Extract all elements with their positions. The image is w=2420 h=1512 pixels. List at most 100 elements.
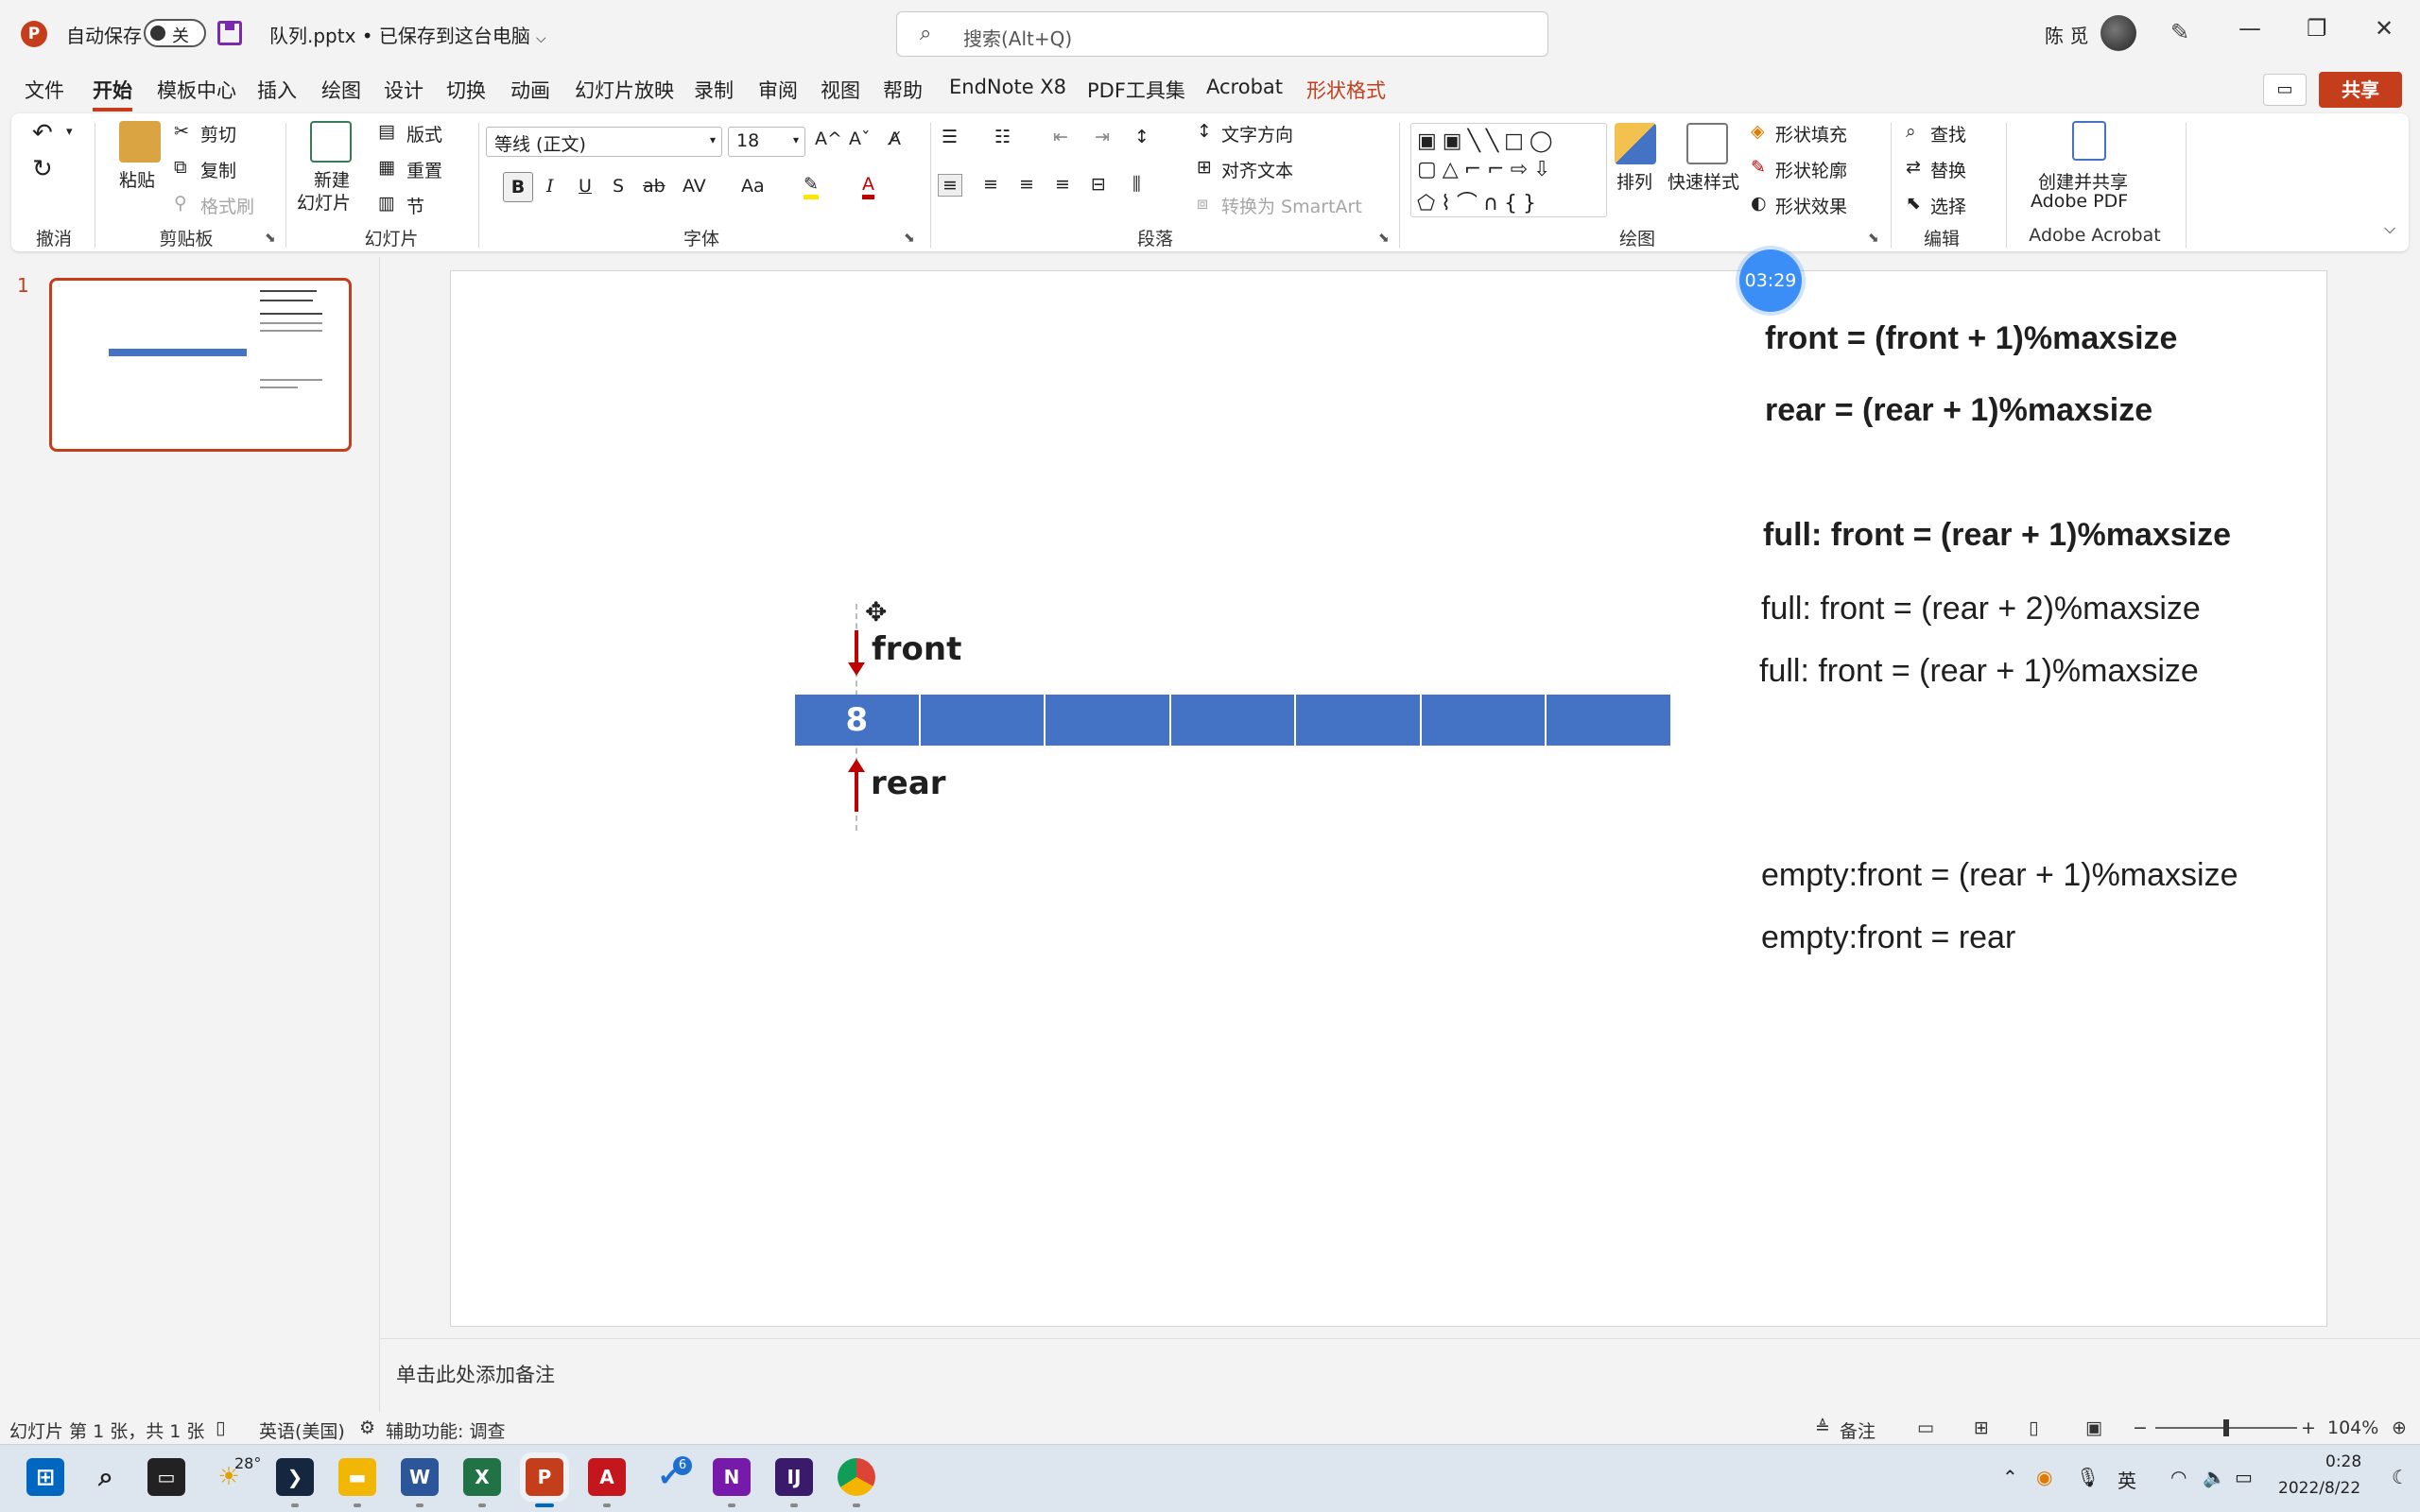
document-title[interactable]: 队列.pptx • 已保存到这台电脑 ⌵ — [269, 21, 546, 48]
queue-cell[interactable]: 8 — [795, 695, 921, 746]
arrange-icon[interactable] — [1615, 123, 1656, 164]
clock-date[interactable]: 2022/8/22 — [2278, 1479, 2360, 1498]
grow-font-button[interactable]: A^ — [815, 129, 842, 149]
zoom-slider-thumb[interactable] — [2223, 1419, 2229, 1436]
avatar[interactable] — [2100, 15, 2136, 51]
create-pdf-button-line2[interactable]: Adobe PDF — [2031, 191, 2128, 212]
formula-empty-1[interactable]: empty:front = (rear + 1)%maxsize — [1761, 857, 2238, 894]
microphone-icon[interactable]: 🎙 — [2076, 1466, 2100, 1488]
convert-smartart-button[interactable]: 转换为 SmartArt — [1221, 193, 1362, 218]
powerpoint-icon[interactable]: P — [526, 1458, 563, 1496]
new-slide-button-line1[interactable]: 新建 — [314, 166, 350, 192]
formula-front-advance[interactable]: front = (front + 1)%maxsize — [1765, 320, 2177, 357]
arrange-button[interactable]: 排列 — [1616, 168, 1652, 194]
tab-endnote[interactable]: EndNote X8 — [949, 76, 1066, 98]
tray-overflow-icon[interactable]: ⌃ — [2002, 1466, 2018, 1488]
tab-insert[interactable]: 插入 — [257, 76, 297, 104]
zoom-in-icon[interactable]: + — [2301, 1418, 2316, 1438]
find-icon[interactable]: ⌕ — [1906, 121, 1916, 142]
shape-effects-icon[interactable]: ◐ — [1751, 193, 1767, 214]
start-icon[interactable]: ⊞ — [26, 1458, 64, 1496]
task-view-icon[interactable]: ▭ — [147, 1458, 185, 1496]
formula-full-2[interactable]: full: front = (rear + 2)%maxsize — [1761, 591, 2201, 627]
tab-slideshow[interactable]: 幻灯片放映 — [575, 76, 674, 104]
accessibility-status[interactable]: 辅助功能: 调查 — [386, 1418, 505, 1443]
zoom-level[interactable]: 104% — [2327, 1418, 2378, 1438]
collapse-ribbon-icon[interactable]: ⌵ — [2384, 219, 2395, 238]
tab-draw[interactable]: 绘图 — [321, 76, 361, 104]
layout-icon[interactable]: ▤ — [378, 121, 395, 142]
excel-icon[interactable]: X — [463, 1458, 501, 1496]
minimize-button[interactable]: — — [2238, 15, 2261, 42]
formula-empty-2[interactable]: empty:front = rear — [1761, 919, 2015, 956]
queue-cell[interactable] — [1547, 695, 1671, 746]
font-color-icon[interactable]: A — [862, 174, 874, 199]
tab-template-center[interactable]: 模板中心 — [157, 76, 236, 104]
undo-icon[interactable]: ↶ — [32, 119, 53, 147]
italic-button[interactable]: I — [546, 176, 554, 197]
create-pdf-icon[interactable] — [2072, 121, 2106, 161]
tab-animations[interactable]: 动画 — [510, 76, 550, 104]
tab-design[interactable]: 设计 — [384, 76, 424, 104]
shadow-button[interactable]: S — [613, 176, 624, 197]
paste-button[interactable]: 粘贴 — [119, 166, 155, 192]
paste-icon[interactable] — [119, 121, 161, 163]
numbering-icon[interactable]: ☷ — [994, 127, 1011, 147]
ime-indicator[interactable]: 英 — [2118, 1466, 2136, 1493]
shapes-gallery[interactable]: ▣▣╲╲□◯ ▢△⌐⌐⇨⇩ ⬠⌇⌒∩{} — [1410, 123, 1607, 217]
dialog-launcher-icon[interactable]: ⬊ — [1868, 231, 1879, 246]
dialog-launcher-icon[interactable]: ⬊ — [904, 231, 915, 246]
char-spacing-button[interactable]: AV — [683, 176, 706, 197]
font-name-select[interactable]: 等线 (正文) ▾ — [486, 127, 722, 157]
align-center-icon[interactable]: ≡ — [983, 174, 998, 195]
save-icon[interactable] — [217, 21, 242, 45]
zoom-out-icon[interactable]: − — [2133, 1418, 2148, 1438]
shape-row-3[interactable]: ⬠⌇⌒∩{} — [1417, 186, 1542, 216]
increase-indent-icon[interactable]: ⇥ — [1095, 127, 1110, 147]
qq-icon[interactable]: ◉ — [2036, 1466, 2052, 1488]
queue-cell[interactable] — [1296, 695, 1422, 746]
tab-acrobat[interactable]: Acrobat — [1206, 76, 1283, 98]
select-button[interactable]: 选择 — [1930, 193, 1966, 218]
file-explorer-icon[interactable]: ▬ — [338, 1458, 376, 1496]
queue-cell[interactable] — [920, 695, 1046, 746]
dialog-launcher-icon[interactable]: ⬊ — [265, 231, 276, 246]
shape-row-1[interactable]: ▣▣╲╲□◯ — [1417, 129, 1558, 153]
language-status[interactable]: 英语(美国) — [259, 1418, 345, 1443]
tab-transitions[interactable]: 切换 — [446, 76, 486, 104]
smartart-icon[interactable]: ⧈ — [1197, 193, 1208, 214]
reading-view-icon[interactable]: ▯ — [2029, 1418, 2038, 1438]
search-box[interactable]: ⌕ 搜索(Alt+Q) — [896, 11, 1548, 57]
format-painter-icon[interactable]: ⚲ — [174, 193, 187, 214]
user-name[interactable]: 陈 觅 — [2045, 21, 2088, 48]
reset-icon[interactable]: ▦ — [378, 157, 395, 178]
shape-outline-icon[interactable]: ✎ — [1751, 157, 1766, 178]
shape-fill-icon[interactable]: ◈ — [1751, 121, 1765, 142]
clear-format-icon[interactable]: A̸ — [889, 129, 901, 149]
tab-help[interactable]: 帮助 — [883, 76, 923, 104]
tab-view[interactable]: 视图 — [821, 76, 860, 104]
notification-moon-icon[interactable]: ☾ — [2392, 1466, 2409, 1488]
align-text-icon[interactable]: ⊞ — [1197, 157, 1212, 178]
front-label[interactable]: front — [872, 630, 961, 668]
undo-dropdown-icon[interactable]: ▾ — [66, 125, 73, 139]
notes-pane[interactable]: 单击此处添加备注 — [381, 1338, 2420, 1412]
bullets-icon[interactable]: ☰ — [942, 127, 958, 147]
shape-effects-button[interactable]: 形状效果 — [1775, 193, 1847, 218]
clock-time[interactable]: 0:28 — [2325, 1452, 2361, 1471]
tab-home[interactable]: 开始 — [93, 76, 132, 112]
copy-icon[interactable]: ⧉ — [174, 157, 187, 178]
quick-styles-icon[interactable] — [1686, 123, 1728, 164]
tab-record[interactable]: 录制 — [694, 76, 734, 104]
create-pdf-button-line1[interactable]: 创建并共享 — [2038, 168, 2128, 194]
justify-icon[interactable]: ≡ — [1055, 174, 1070, 195]
select-icon[interactable]: ⬉ — [1906, 193, 1921, 214]
slide-canvas[interactable]: ✥ front 8 rear front = (front + 1)%maxsi… — [450, 270, 2327, 1327]
shrink-font-button[interactable]: Aˇ — [849, 129, 871, 149]
autosave-toggle[interactable]: 关 — [144, 19, 206, 47]
change-case-button[interactable]: Aa — [741, 176, 765, 197]
tab-file[interactable]: 文件 — [25, 76, 64, 104]
align-text-button[interactable]: 对齐文本 — [1221, 157, 1293, 182]
scissors-icon[interactable]: ✂ — [174, 121, 189, 142]
dialog-launcher-icon[interactable]: ⬊ — [1378, 231, 1390, 246]
